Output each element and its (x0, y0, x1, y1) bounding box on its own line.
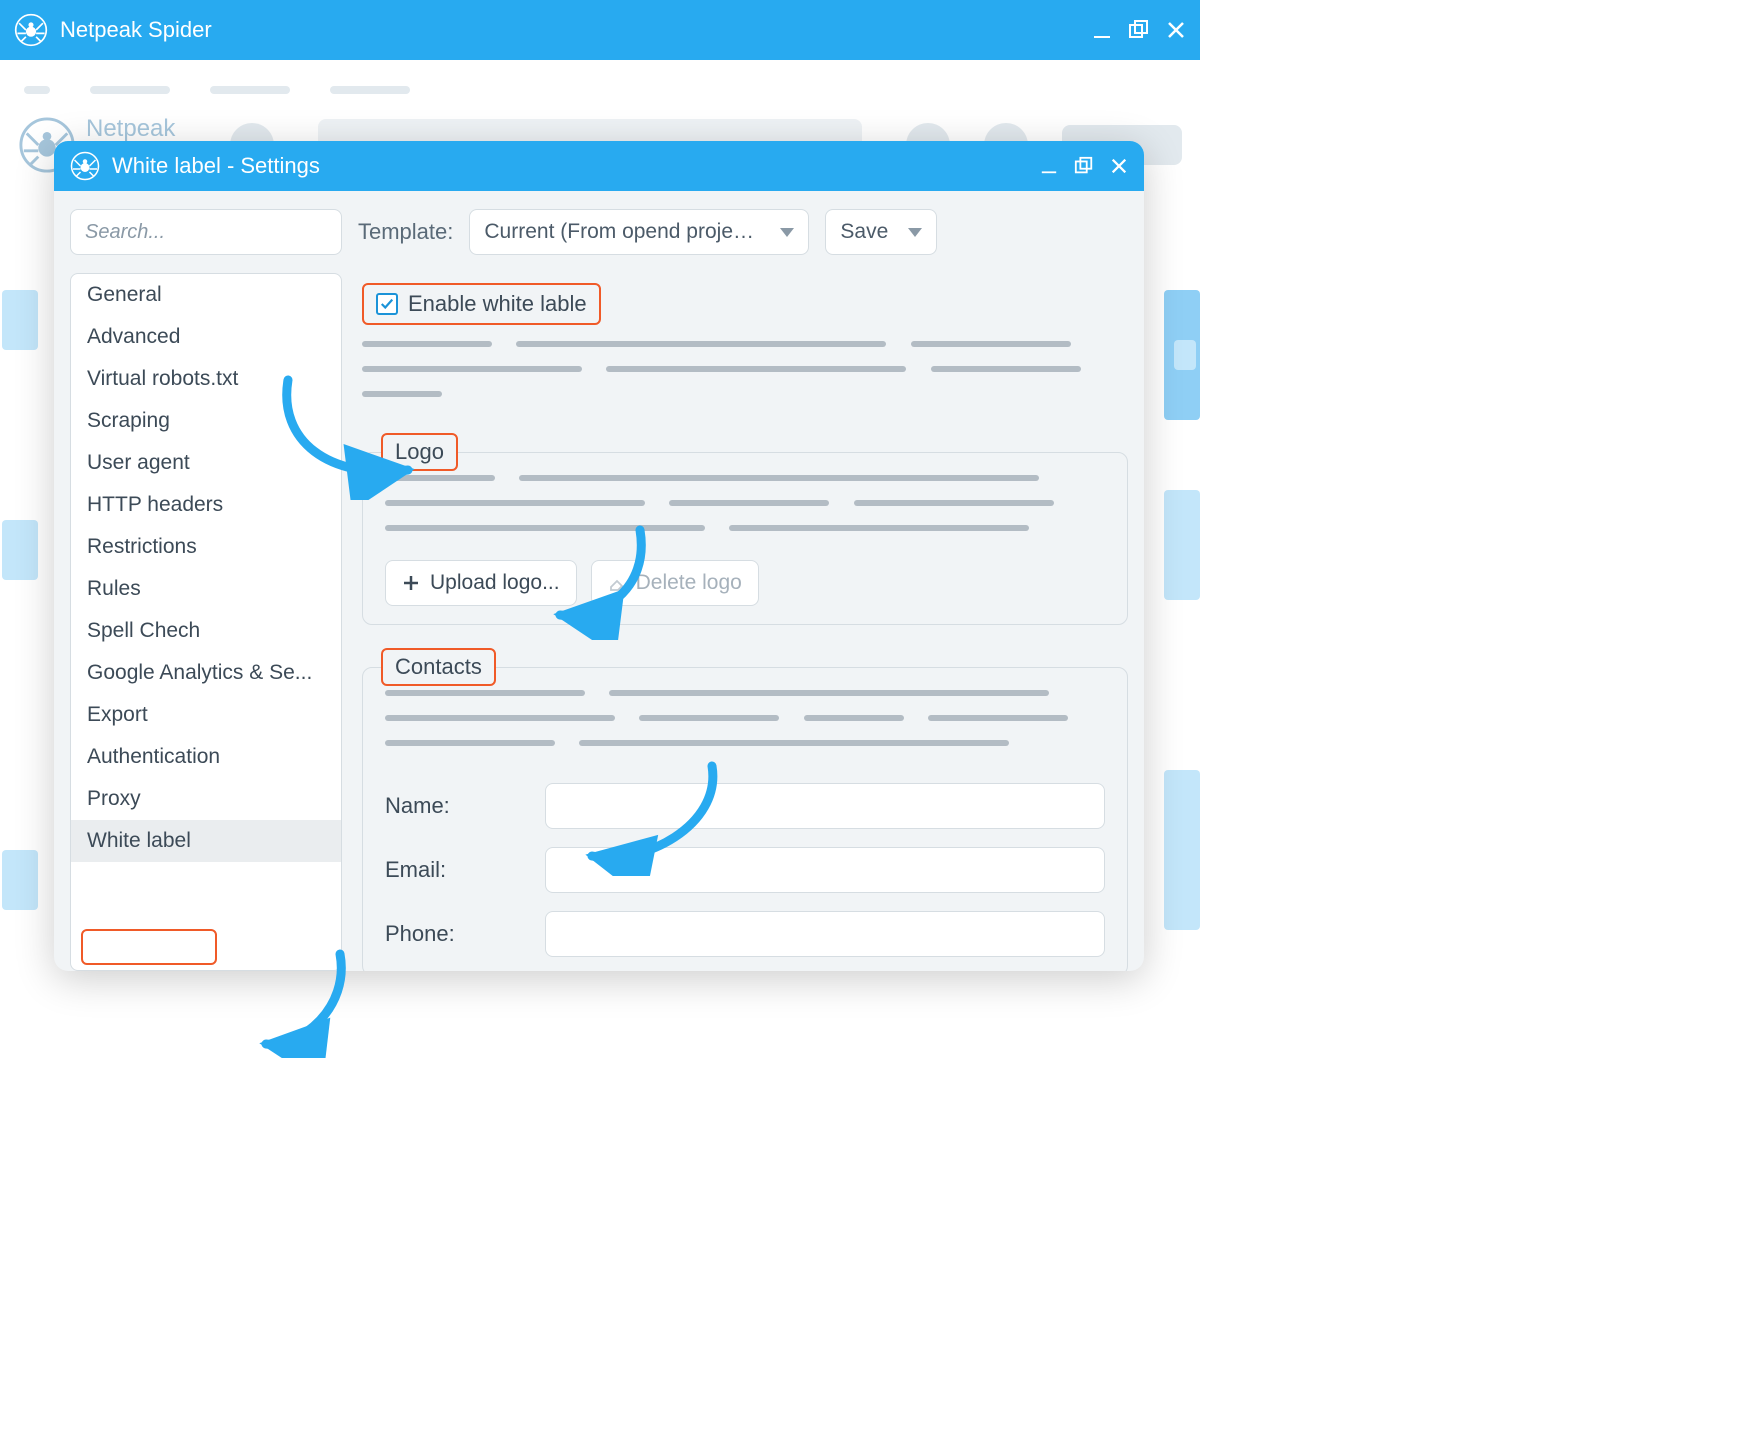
sidebar-item-virtual-robots[interactable]: Virtual robots.txt (71, 358, 341, 400)
settings-window-title: White label - Settings (112, 153, 320, 179)
close-icon[interactable] (1166, 20, 1186, 40)
settings-close-icon[interactable] (1110, 157, 1128, 175)
settings-titlebar: White label - Settings (54, 141, 1144, 191)
settings-maximize-icon[interactable] (1074, 156, 1094, 176)
sidebar-item-spell-check[interactable]: Spell Chech (71, 610, 341, 652)
plus-icon (402, 574, 420, 592)
save-button[interactable]: Save (825, 209, 937, 255)
email-field-label: Email: (385, 857, 525, 883)
sidebar-item-general[interactable]: General (71, 274, 341, 316)
save-label: Save (840, 220, 888, 244)
contacts-section-title: Contacts (381, 648, 496, 686)
sidebar-item-advanced[interactable]: Advanced (71, 316, 341, 358)
settings-sidebar: General Advanced Virtual robots.txt Scra… (70, 273, 342, 971)
enable-white-label-checkbox[interactable] (376, 293, 398, 315)
email-input[interactable] (545, 847, 1105, 893)
sidebar-item-proxy[interactable]: Proxy (71, 778, 341, 820)
annotation-highlight-sidebar (81, 929, 217, 965)
sidebar-item-rules[interactable]: Rules (71, 568, 341, 610)
upload-logo-label: Upload logo... (430, 571, 560, 595)
enable-white-label-box: Enable white lable (362, 283, 601, 325)
enable-white-label-label: Enable white lable (408, 291, 587, 317)
template-value: Current (From opend proje… (484, 220, 754, 244)
phone-field-label: Phone: (385, 921, 525, 947)
phone-input[interactable] (545, 911, 1105, 957)
search-input[interactable] (70, 209, 342, 255)
sidebar-item-export[interactable]: Export (71, 694, 341, 736)
sidebar-item-http-headers[interactable]: HTTP headers (71, 484, 341, 526)
outer-window-titlebar: Netpeak Spider (0, 0, 1200, 60)
name-field-label: Name: (385, 793, 525, 819)
upload-logo-button[interactable]: Upload logo... (385, 560, 577, 606)
sidebar-item-user-agent[interactable]: User agent (71, 442, 341, 484)
template-dropdown[interactable]: Current (From opend proje… (469, 209, 809, 255)
eraser-icon (608, 574, 626, 592)
sidebar-item-scraping[interactable]: Scraping (71, 400, 341, 442)
settings-main-pane: Enable white lable Logo (362, 273, 1128, 971)
outer-window-title: Netpeak Spider (60, 17, 212, 43)
sidebar-item-restrictions[interactable]: Restrictions (71, 526, 341, 568)
delete-logo-label: Delete logo (636, 571, 742, 595)
contacts-section: Contacts Name: (362, 667, 1128, 971)
logo-section: Logo Upload logo... (362, 452, 1128, 625)
dim-logo-top: Netpeak (86, 117, 186, 141)
placeholder-text (385, 690, 1105, 765)
logo-section-title: Logo (381, 433, 458, 471)
settings-toolbar: Template: Current (From opend proje… Sav… (54, 191, 1144, 273)
netpeak-spider-icon (14, 13, 48, 47)
settings-window: White label - Settings Template: Current… (54, 141, 1144, 971)
template-label: Template: (358, 219, 453, 245)
placeholder-text (385, 475, 1105, 550)
sidebar-item-white-label[interactable]: White label (71, 820, 341, 862)
minimize-icon[interactable] (1092, 20, 1112, 40)
sidebar-item-authentication[interactable]: Authentication (71, 736, 341, 778)
settings-minimize-icon[interactable] (1040, 157, 1058, 175)
settings-window-icon (70, 151, 100, 181)
chevron-down-icon (908, 228, 922, 237)
chevron-down-icon (780, 228, 794, 237)
maximize-icon[interactable] (1128, 19, 1150, 41)
placeholder-text (362, 341, 1128, 416)
delete-logo-button[interactable]: Delete logo (591, 560, 759, 606)
name-input[interactable] (545, 783, 1105, 829)
sidebar-item-google-analytics[interactable]: Google Analytics & Se... (71, 652, 341, 694)
